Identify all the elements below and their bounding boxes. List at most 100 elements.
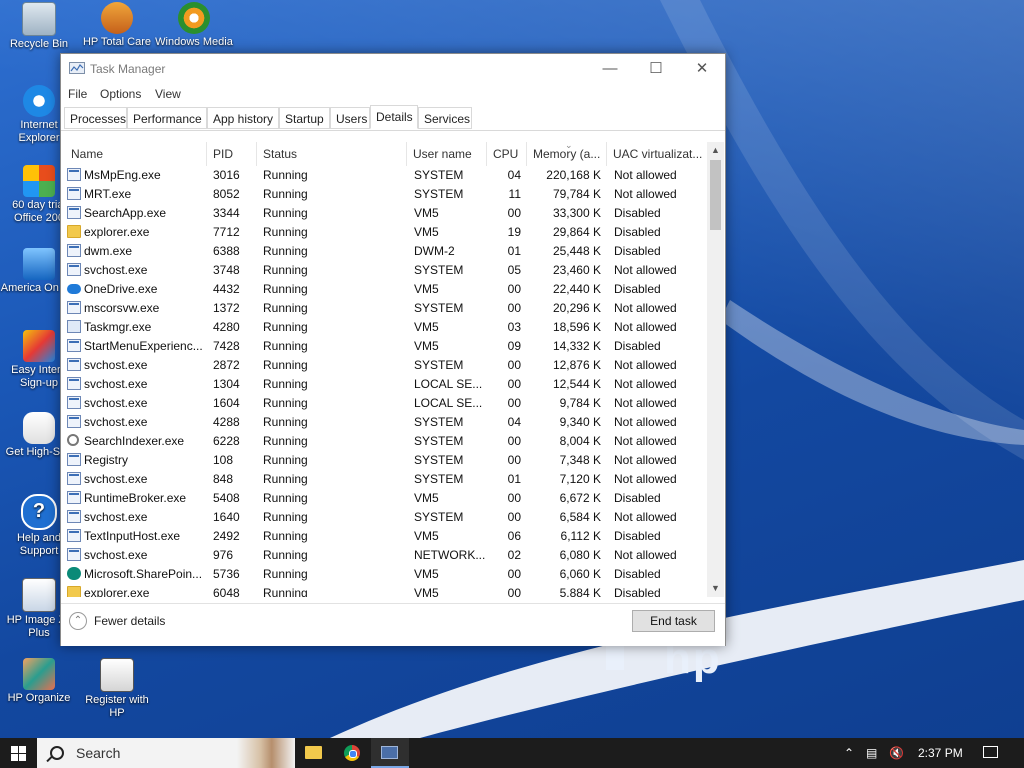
taskbar: Search ⌃ ▤ 🔇 2:37 PM [0, 738, 1024, 768]
process-memory: 14,332 K [552, 339, 601, 353]
tab-app-history[interactable]: App history [207, 107, 279, 129]
tab-users[interactable]: Users [330, 107, 370, 129]
process-uac: Not allowed [614, 168, 677, 182]
process-name: dwm.exe [84, 244, 133, 258]
table-row[interactable]: dwm.exe 6388 Running DWM-2 01 25,448 K Disable… [61, 242, 707, 261]
process-exe-icon [67, 377, 81, 390]
task-manager-icon [381, 746, 398, 759]
table-row[interactable]: Registry 108 Running SYSTEM 00 7,348 K Not all… [61, 451, 707, 470]
column-header-status[interactable]: Status [257, 142, 407, 166]
process-name: svchost.exe [84, 472, 148, 486]
column-header-uac[interactable]: UAC virtualizat... [607, 142, 707, 166]
windows-media-icon [178, 2, 210, 34]
scroll-down-icon[interactable]: ▼ [707, 580, 724, 597]
process-cpu: 01 [507, 244, 521, 258]
process-status: Running [263, 225, 308, 239]
chevron-up-icon[interactable]: ⌃ [69, 612, 87, 630]
close-button[interactable]: ✕ [679, 54, 725, 84]
table-row[interactable]: explorer.exe 7712 Running VM5 19 29,864 K Disa… [61, 223, 707, 242]
desktop-icon-windows-media[interactable]: Windows Media [155, 2, 233, 49]
taskbar-task-manager[interactable] [371, 738, 409, 768]
column-header-pid[interactable]: PID [207, 142, 257, 166]
fewer-details-link[interactable]: Fewer details [94, 614, 165, 628]
high-speed-icon [23, 412, 55, 444]
tab-performance[interactable]: Performance [127, 107, 207, 129]
table-row[interactable]: OneDrive.exe 4432 Running VM5 00 22,440 K Disa… [61, 280, 707, 299]
process-user: SYSTEM [414, 415, 464, 429]
minimize-button[interactable]: — [587, 54, 633, 84]
end-task-button[interactable]: End task [632, 610, 715, 632]
table-header: Name PID Status User name CPU Memory (a.… [61, 142, 707, 166]
vertical-scrollbar[interactable]: ▲ ▼ [707, 142, 724, 597]
taskbar-clock[interactable]: 2:37 PM [918, 738, 963, 768]
process-memory: 6,672 K [559, 491, 601, 505]
desktop-icon-register-hp[interactable]: Register with HP [78, 658, 156, 720]
process-uac: Not allowed [614, 434, 677, 448]
column-header-cpu[interactable]: CPU [487, 142, 527, 166]
column-header-name[interactable]: Name [65, 142, 207, 166]
tab-details[interactable]: Details [370, 105, 418, 129]
process-uac: Not allowed [614, 301, 677, 315]
table-row[interactable]: Taskmgr.exe 4280 Running VM5 03 18,596 K Not a… [61, 318, 707, 337]
table-row[interactable]: svchost.exe 976 Running NETWORK... 02 6,080 K… [61, 546, 707, 565]
table-row[interactable]: TextInputHost.exe 2492 Running VM5 06 6,112 K… [61, 527, 707, 546]
process-uac: Not allowed [614, 396, 677, 410]
table-row[interactable]: StartMenuExperienc... 7428 Running VM5 09 14,… [61, 337, 707, 356]
search-icon [50, 746, 64, 760]
notification-center-icon[interactable] [983, 746, 998, 758]
desktop-icon-hp-organize[interactable]: HP Organize [0, 658, 78, 705]
process-status: Running [263, 168, 308, 182]
volume-muted-icon[interactable]: 🔇 [889, 738, 904, 768]
taskbar-search-box[interactable]: Search [37, 738, 295, 768]
process-cpu: 01 [507, 472, 521, 486]
start-button[interactable] [0, 738, 37, 768]
title-bar[interactable]: Task Manager — ☐ ✕ [61, 54, 725, 84]
menu-bar: File Options View [61, 84, 725, 104]
table-row[interactable]: MRT.exe 8052 Running SYSTEM 11 79,784 K Not al… [61, 185, 707, 204]
table-row[interactable]: mscorsvw.exe 1372 Running SYSTEM 00 20,296 K N… [61, 299, 707, 318]
scroll-thumb[interactable] [710, 160, 721, 230]
process-cpu: 00 [507, 301, 521, 315]
desktop-icon-hp-total-care[interactable]: HP Total Care [78, 2, 156, 49]
column-header-user-name[interactable]: User name [407, 142, 487, 166]
process-status: Running [263, 301, 308, 315]
table-row[interactable]: svchost.exe 848 Running SYSTEM 01 7,120 K Not … [61, 470, 707, 489]
table-row[interactable]: explorer.exe 6048 Running VM5 00 5,884 K Disab… [61, 584, 707, 597]
process-pid: 5736 [213, 567, 240, 581]
table-row[interactable]: SearchApp.exe 3344 Running VM5 00 33,300 K Dis… [61, 204, 707, 223]
tab-startup[interactable]: Startup [279, 107, 330, 129]
hp-total-care-icon [101, 2, 133, 34]
network-icon[interactable]: ▤ [866, 738, 877, 768]
table-row[interactable]: svchost.exe 4288 Running SYSTEM 04 9,340 K Not… [61, 413, 707, 432]
menu-view[interactable]: View [155, 87, 181, 101]
tab-services[interactable]: Services [418, 107, 472, 129]
table-row[interactable]: svchost.exe 3748 Running SYSTEM 05 23,460 K No… [61, 261, 707, 280]
process-cpu: 02 [507, 548, 521, 562]
process-name: Taskmgr.exe [84, 320, 152, 334]
process-status: Running [263, 415, 308, 429]
scroll-up-icon[interactable]: ▲ [707, 142, 724, 159]
help-icon: ? [21, 494, 57, 530]
process-pid: 1304 [213, 377, 240, 391]
table-row[interactable]: svchost.exe 2872 Running SYSTEM 00 12,876 K No… [61, 356, 707, 375]
menu-file[interactable]: File [68, 87, 87, 101]
taskbar-chrome[interactable] [333, 738, 371, 768]
table-row[interactable]: SearchIndexer.exe 6228 Running SYSTEM 00 8,00… [61, 432, 707, 451]
table-row[interactable]: RuntimeBroker.exe 5408 Running VM5 00 6,672 K… [61, 489, 707, 508]
show-hidden-icons-chevron-icon[interactable]: ⌃ [844, 738, 854, 768]
table-row[interactable]: svchost.exe 1604 Running LOCAL SE... 00 9,784… [61, 394, 707, 413]
menu-options[interactable]: Options [100, 87, 141, 101]
process-name: explorer.exe [84, 225, 150, 239]
taskbar-file-explorer[interactable] [295, 738, 333, 768]
process-pid: 8052 [213, 187, 240, 201]
tab-processes[interactable]: Processes [64, 107, 127, 129]
table-row[interactable]: MsMpEng.exe 3016 Running SYSTEM 04 220,168 K N… [61, 166, 707, 185]
table-row[interactable]: Microsoft.SharePoin... 5736 Running VM5 00 6,… [61, 565, 707, 584]
table-row[interactable]: svchost.exe 1640 Running SYSTEM 00 6,584 K Not… [61, 508, 707, 527]
process-exe-icon [67, 396, 81, 409]
table-row[interactable]: svchost.exe 1304 Running LOCAL SE... 00 12,54… [61, 375, 707, 394]
desktop-icon-recycle-bin[interactable]: Recycle Bin [0, 2, 78, 51]
maximize-button[interactable]: ☐ [633, 54, 679, 84]
process-pid: 6228 [213, 434, 240, 448]
process-user: VM5 [414, 225, 439, 239]
